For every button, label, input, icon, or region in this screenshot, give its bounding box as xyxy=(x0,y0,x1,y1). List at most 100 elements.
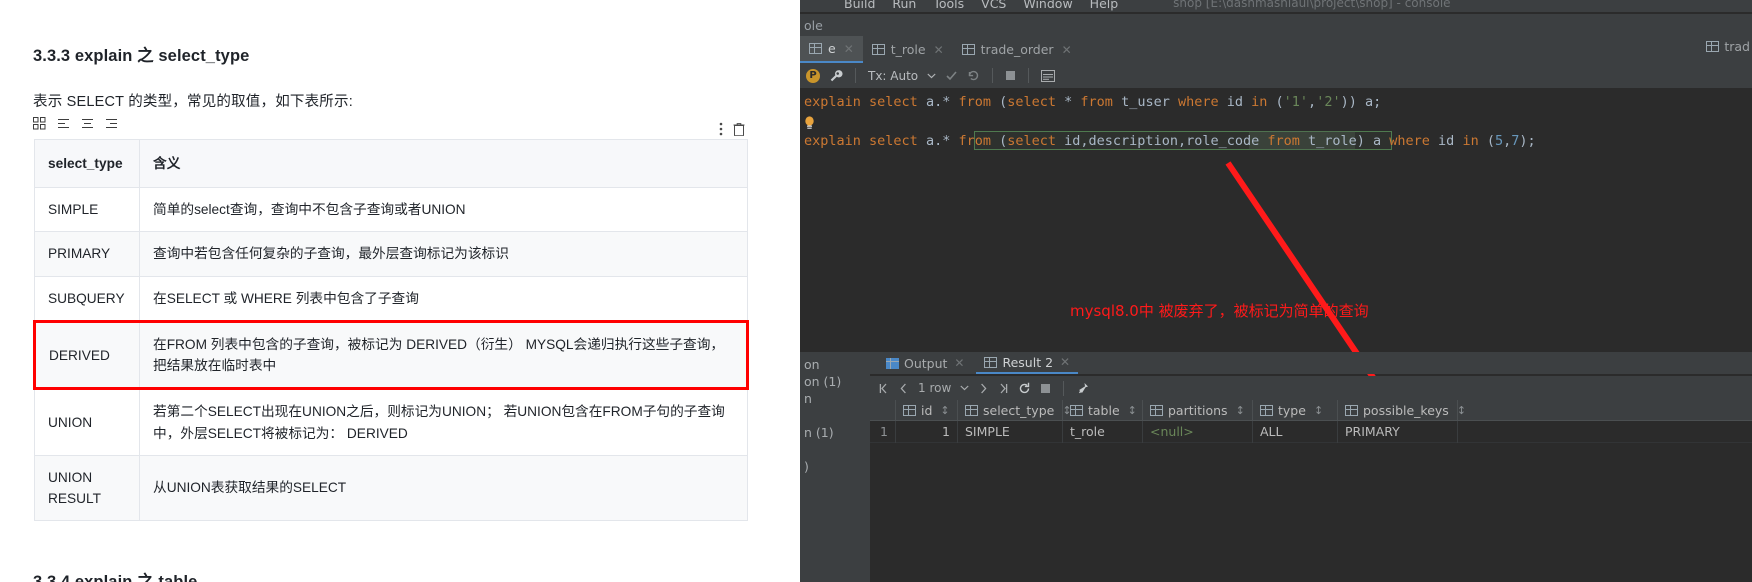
cell-select-type: UNION RESULT xyxy=(34,454,140,522)
sql-token: ( xyxy=(1267,94,1284,110)
editor-tab-e[interactable]: e ✕ xyxy=(800,36,863,63)
cell-table[interactable]: t_role xyxy=(1063,420,1143,443)
sort-indicator-icon[interactable]: ↕ xyxy=(1457,404,1466,417)
project-tree-strip[interactable]: on on (1) n n (1) ) xyxy=(800,352,870,582)
project-tree-item[interactable]: n xyxy=(800,390,870,407)
prev-page-icon[interactable] xyxy=(898,383,909,394)
col-header-label: select_type xyxy=(983,402,1055,418)
editor-tab-bar[interactable]: e ✕ t_role ✕ trade_order ✕ xyxy=(800,36,1752,63)
block-format-toolbar[interactable] xyxy=(33,116,800,130)
column-icon xyxy=(1260,404,1273,416)
chevron-down-icon[interactable] xyxy=(960,385,969,391)
stop-icon[interactable] xyxy=(1005,70,1016,81)
sort-indicator-icon[interactable]: ↕ xyxy=(1236,404,1245,417)
datasource-badge[interactable]: P xyxy=(806,68,820,83)
align-right-icon[interactable] xyxy=(105,117,118,130)
sort-indicator-icon[interactable]: ↕ xyxy=(940,404,949,417)
parameters-icon[interactable] xyxy=(1041,69,1056,82)
menu-bar[interactable]: Build Run Tools VCS Window Help shop [E:\dash… xyxy=(800,0,1752,12)
tool-tab-result2[interactable]: Result 2 ✕ xyxy=(976,352,1079,374)
rollback-icon[interactable] xyxy=(967,69,980,82)
col-header-id[interactable]: id ↕ xyxy=(896,399,958,421)
check-icon[interactable] xyxy=(945,69,958,82)
grid-icon[interactable] xyxy=(33,116,46,130)
close-icon[interactable]: ✕ xyxy=(934,43,944,57)
reload-icon[interactable] xyxy=(1018,382,1031,395)
editor-tab-label: e xyxy=(828,41,836,56)
table-handles[interactable] xyxy=(719,122,745,136)
cell-id[interactable]: 1 xyxy=(896,420,958,443)
col-header-select-type[interactable]: select_type ↕ xyxy=(958,399,1072,421)
menu-item-build[interactable]: Build xyxy=(844,0,875,11)
cell-select-type[interactable]: SIMPLE xyxy=(958,420,1063,443)
wrench-icon[interactable] xyxy=(829,69,843,83)
sql-token: 5 xyxy=(1494,133,1504,149)
tool-tab-output[interactable]: Output ✕ xyxy=(878,352,972,374)
col-header-possible-keys[interactable]: possible_keys ↕ xyxy=(1338,399,1466,421)
row-count-label[interactable]: 1 row xyxy=(918,381,951,395)
sort-indicator-icon[interactable]: ↕ xyxy=(1314,404,1323,417)
project-tree-item[interactable] xyxy=(800,407,870,424)
menu-item-vcs[interactable]: VCS xyxy=(981,0,1006,11)
close-icon[interactable]: ✕ xyxy=(1060,355,1070,369)
sql-statement-2[interactable]: explain select a.* from (select id,descr… xyxy=(804,133,1536,149)
result-grid[interactable]: id ↕ select_type ↕ table ↕ partitions ↕ type ↕ pos… xyxy=(870,399,1752,582)
result-toolbar[interactable]: 1 row xyxy=(870,376,1752,400)
project-tree-item[interactable]: on xyxy=(800,356,870,373)
cell-possible-keys[interactable]: PRIMARY xyxy=(1338,420,1458,443)
trash-icon[interactable] xyxy=(733,122,745,136)
align-center-icon[interactable] xyxy=(81,117,94,130)
sql-token: explain xyxy=(804,133,861,149)
project-tree-item[interactable]: on (1) xyxy=(800,373,870,390)
documentation-pane: 3.3.3 explain 之 select_type 表示 SELECT 的类… xyxy=(0,0,800,582)
stop-icon[interactable] xyxy=(1040,383,1051,394)
sort-indicator-icon[interactable]: ↕ xyxy=(1128,404,1137,417)
col-header-table[interactable]: table ↕ xyxy=(1063,399,1143,421)
first-page-icon[interactable] xyxy=(878,383,889,394)
col-header-type[interactable]: type ↕ xyxy=(1253,399,1338,421)
menu-item-help[interactable]: Help xyxy=(1090,0,1119,11)
sql-token: ( xyxy=(990,94,1008,110)
cell-meaning: 在SELECT 或 WHERE 列表中包含了子查询 xyxy=(139,275,748,322)
sql-token: from xyxy=(1267,133,1300,149)
project-tree-item[interactable] xyxy=(800,441,870,458)
project-tree-item[interactable]: ) xyxy=(800,458,870,475)
next-page-icon[interactable] xyxy=(978,383,989,394)
tx-mode-label[interactable]: Tx: Auto xyxy=(868,69,918,83)
project-tree-item[interactable]: n (1) xyxy=(800,424,870,441)
menu-item-window[interactable]: Window xyxy=(1023,0,1072,11)
menu-item-tools[interactable]: Tools xyxy=(933,0,964,11)
sql-statement-1[interactable]: explain select a.* from (select * from t… xyxy=(804,94,1381,110)
col-header-rownum[interactable] xyxy=(870,399,896,421)
editor-tab-label: trade_order xyxy=(980,42,1054,57)
menu-item-run[interactable]: Run xyxy=(892,0,916,11)
close-icon[interactable]: ✕ xyxy=(954,356,964,370)
intention-bulb-icon[interactable] xyxy=(804,116,815,129)
cell-partitions[interactable]: <null> xyxy=(1143,420,1253,443)
result-row[interactable]: 1 1 SIMPLE t_role <null> ALL PRIMARY xyxy=(870,420,1752,443)
editor-tab-trole[interactable]: t_role ✕ xyxy=(863,36,953,63)
more-vertical-icon[interactable] xyxy=(719,122,723,136)
cell-meaning: 在FROM 列表中包含的子查询，被标记为 DERIVED（衍生） MYSQL会递… xyxy=(139,319,749,391)
editor-tab-trade-order-right[interactable]: trad xyxy=(1706,39,1750,54)
tool-tab-label: Output xyxy=(904,355,948,371)
close-icon[interactable]: ✕ xyxy=(1062,43,1072,57)
col-header-partitions[interactable]: partitions ↕ xyxy=(1143,399,1253,421)
table-icon xyxy=(1706,41,1720,52)
sql-editor[interactable]: explain select a.* from (select * from t… xyxy=(800,88,1752,388)
tool-window-tab-bar[interactable]: Output ✕ Result 2 ✕ xyxy=(870,352,1752,374)
editor-tab-label: trad xyxy=(1724,39,1750,54)
chevron-down-icon[interactable] xyxy=(927,73,936,79)
pin-icon[interactable] xyxy=(1076,382,1089,395)
table-row: UNION 若第二个SELECT出现在UNION之后，则标记为UNION； 若UN… xyxy=(34,388,748,456)
editor-toolbar[interactable]: P Tx: Auto xyxy=(800,63,1752,88)
cell-type[interactable]: ALL xyxy=(1253,420,1338,443)
table-row: SIMPLE 简单的select查询，查询中不包含子查询或者UNION xyxy=(34,187,748,233)
close-icon[interactable]: ✕ xyxy=(844,42,854,56)
align-left-icon[interactable] xyxy=(57,117,70,130)
editor-tab-tradeorder[interactable]: trade_order ✕ xyxy=(953,36,1081,63)
page-title-select-type: 3.3.3 explain 之 select_type xyxy=(33,47,250,65)
sql-token: select xyxy=(1007,94,1057,110)
last-page-icon[interactable] xyxy=(998,383,1009,394)
sql-token: ( xyxy=(990,133,1008,149)
